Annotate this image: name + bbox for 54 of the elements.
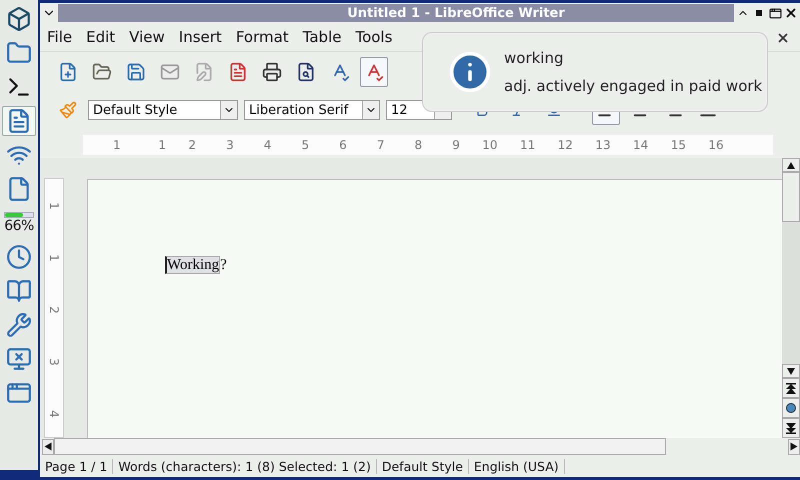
notification-body: adj. actively engaged in paid work xyxy=(504,77,762,95)
left-arrow-icon[interactable] xyxy=(44,442,52,450)
menu-item[interactable]: Insert xyxy=(174,26,227,48)
close-button[interactable] xyxy=(784,6,798,20)
horizontal-ruler: 1 1 2 3 4 5 6 7 8 9 10 11 12 13 14 15 16 xyxy=(83,135,773,155)
menu-item[interactable]: Format xyxy=(230,26,294,48)
selected-text: Working xyxy=(165,256,220,274)
cube-logo-icon xyxy=(6,6,32,32)
down-arrow-icon[interactable] xyxy=(787,368,795,374)
vertical-ruler: 1 1 2 3 4 xyxy=(44,178,64,438)
book-icon xyxy=(6,278,32,304)
menu-item[interactable]: File xyxy=(42,26,78,48)
up-arrow-icon[interactable] xyxy=(787,162,795,168)
info-icon xyxy=(448,50,492,94)
folder-icon xyxy=(92,62,112,82)
clock-icon xyxy=(6,244,32,270)
page-style: Default Style xyxy=(376,458,469,474)
double-down-arrow-icon[interactable] xyxy=(786,422,796,434)
print-preview-icon xyxy=(296,62,316,82)
edit-icon xyxy=(194,62,214,82)
close-icon[interactable] xyxy=(776,31,790,45)
window-title: Untitled 1 - LibreOffice Writer xyxy=(58,4,734,22)
menu-item[interactable]: Edit xyxy=(81,26,120,48)
style-dropdown[interactable]: Default Style xyxy=(88,100,238,120)
double-up-arrow-icon[interactable] xyxy=(786,382,796,394)
monitor-icon xyxy=(6,346,32,372)
document-text: ? xyxy=(220,257,227,273)
menu-item[interactable]: View xyxy=(124,26,170,48)
page-count: Page 1 / 1 xyxy=(40,458,114,474)
print-icon xyxy=(262,62,282,82)
font-dropdown[interactable]: Liberation Serif xyxy=(244,100,380,120)
scroll-thumb[interactable] xyxy=(782,172,800,222)
menu-item[interactable]: Table xyxy=(298,26,346,48)
paintbrush-icon xyxy=(59,101,77,119)
new-document-icon xyxy=(58,62,78,82)
battery-percent: 66% xyxy=(4,218,34,234)
scroll-thumb[interactable] xyxy=(54,438,666,455)
save-icon xyxy=(126,62,146,82)
wrench-icon xyxy=(6,312,32,338)
maximize-button[interactable] xyxy=(768,6,782,20)
toolbar-button[interactable] xyxy=(360,57,388,87)
notification-title: working xyxy=(504,49,564,67)
pdf-icon xyxy=(228,62,248,82)
vertical-scrollbar[interactable] xyxy=(782,158,800,438)
square-icon xyxy=(756,10,762,16)
horizontal-scrollbar[interactable] xyxy=(42,438,800,455)
circle-icon[interactable] xyxy=(786,403,796,413)
right-arrow-icon[interactable] xyxy=(790,442,798,450)
word-count: Words (characters): 1 (8) Selected: 1 (2) xyxy=(113,458,377,474)
battery-bar xyxy=(4,212,34,218)
mail-icon xyxy=(160,62,180,82)
language: English (USA) xyxy=(468,458,565,474)
folder-icon xyxy=(6,40,32,66)
menu-item[interactable]: Tools xyxy=(350,26,398,48)
